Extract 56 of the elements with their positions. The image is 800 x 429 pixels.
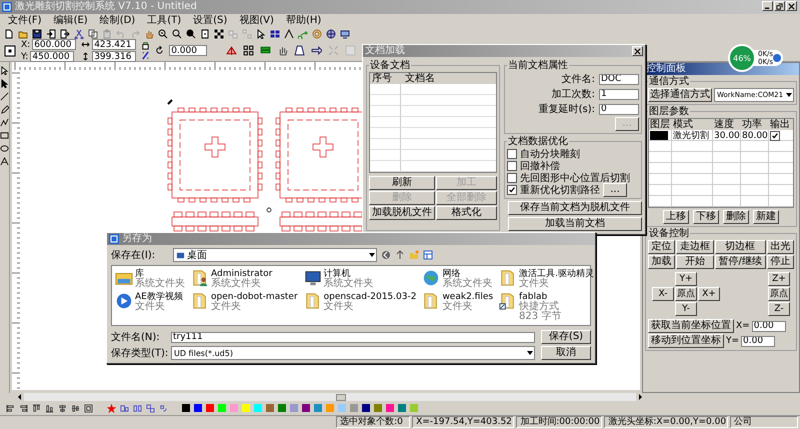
- file-name: Administrator: [211, 269, 272, 279]
- column-header: 序号: [371, 73, 393, 84]
- file-name: openscad-2015.03-2: [324, 292, 416, 302]
- table-cell: 30.00: [713, 130, 741, 141]
- file-detail: 系统文件夹: [135, 279, 185, 289]
- location-label: 保存在(I):: [111, 249, 156, 262]
- file-name: weak2.files: [442, 292, 494, 302]
- group-label: 设备控制: [648, 228, 690, 239]
- file-name: fablab: [519, 292, 548, 302]
- file-detail: 文件夹: [211, 302, 241, 312]
- column-header: 图层: [649, 119, 672, 130]
- file-detail: 快捷方式: [519, 302, 560, 312]
- y-label: Y:: [21, 52, 28, 62]
- field-label: 加工次数:: [552, 88, 595, 101]
- field-label: 重复延时(s):: [538, 102, 595, 116]
- file-name: AE教学视频: [135, 292, 183, 302]
- column-header: 输出: [769, 119, 793, 130]
- file-name: 计算机: [324, 269, 351, 279]
- group-label: 图层参数: [648, 106, 690, 117]
- table-cell-text: 激光切割: [672, 130, 710, 141]
- usage-gauge: 46%: [728, 44, 756, 72]
- file-detail: 文件夹: [442, 302, 474, 312]
- file-type-label: 保存类型(T):: [111, 346, 169, 360]
- file-detail: 文件夹: [519, 279, 550, 289]
- file-detail: 文件夹: [135, 302, 166, 312]
- file-detail: 系统文件夹: [211, 279, 262, 289]
- file-name: 库: [135, 269, 144, 279]
- dialog-title: 另存为: [122, 233, 152, 245]
- column-header: 速度: [713, 119, 741, 130]
- column-header: 模式: [672, 119, 713, 130]
- status-text: X=-197.54,Y=403.52: [412, 416, 514, 428]
- file-detail: 文件夹: [324, 302, 354, 312]
- x-label: X:: [21, 40, 30, 50]
- group-label: 文档数据优化: [507, 136, 569, 147]
- field-label: 文件名:: [562, 72, 595, 86]
- group-label: 当前文档属性: [507, 60, 569, 71]
- status-text: 激光头坐标:X=0.00,Y=0.00: [604, 416, 728, 428]
- file-name: open-dobot-master: [211, 292, 298, 302]
- coordinate-label: X=: [736, 321, 750, 331]
- file-name: 激活工具.驱动精灵: [519, 269, 594, 279]
- file-name: 网络: [442, 269, 460, 279]
- status-text: 公司: [730, 416, 798, 428]
- filename-label: 文件名(N):: [111, 330, 161, 344]
- status-text: 选中对象个数:0: [336, 416, 410, 428]
- group-label: 设备文档: [369, 60, 411, 71]
- coordinate-label: Y=: [726, 336, 740, 346]
- file-detail: 系统文件夹: [442, 279, 492, 289]
- column-header: 功率: [741, 119, 769, 130]
- group-label: 通信方式: [648, 76, 690, 87]
- table-cell: 80.00: [741, 130, 769, 141]
- dialog-title: 文档加载: [365, 45, 405, 57]
- column-header: 文档名: [404, 73, 436, 84]
- file-detail: 系统文件夹: [324, 279, 374, 289]
- status-text: 加工时间:00:00:00: [516, 416, 602, 428]
- file-detail: 823 字节: [519, 312, 562, 322]
- window-title: 激光雕刻切割控制系统 V7.10 - Untitled: [15, 1, 197, 13]
